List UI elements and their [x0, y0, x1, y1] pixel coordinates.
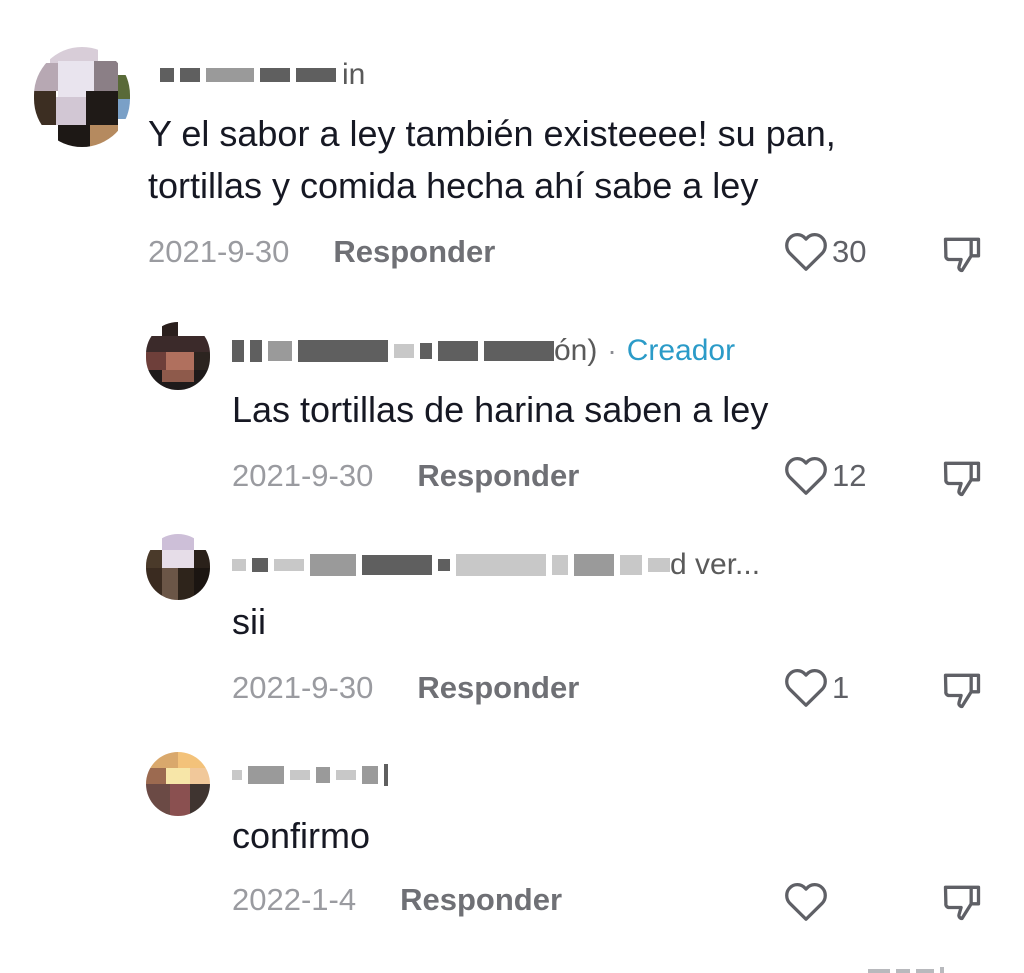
thumbs-down-outline-icon: [943, 673, 981, 709]
dislike-button[interactable]: [940, 456, 984, 500]
comment-text: Y el sabor a ley también existeeee! su p…: [148, 113, 836, 206]
avatar[interactable]: [146, 534, 210, 600]
like-button[interactable]: 1: [784, 666, 849, 710]
comment-meta: 2022-1-4 Responder: [232, 880, 562, 920]
redacted-username: [232, 340, 244, 362]
dislike-button[interactable]: [940, 880, 984, 924]
username-visible-part: d ver...: [670, 548, 761, 581]
avatar[interactable]: [146, 322, 210, 390]
comment-date: 2022-1-4: [232, 882, 357, 917]
username[interactable]: in: [160, 58, 365, 92]
heart-outline-icon: [785, 882, 827, 921]
like-button[interactable]: 12: [784, 454, 866, 498]
comment-date: 2021-9-30: [232, 670, 374, 705]
username-visible-part: ón): [554, 334, 598, 367]
dislike-button[interactable]: [940, 232, 984, 276]
like-button[interactable]: [784, 880, 832, 924]
username[interactable]: ón) · Creador: [232, 334, 735, 368]
comment-date: 2021-9-30: [232, 458, 374, 493]
reply-button[interactable]: Responder: [333, 234, 495, 270]
like-count: 12: [832, 458, 867, 493]
avatar[interactable]: [146, 752, 210, 816]
reply-button[interactable]: Responder: [417, 458, 579, 494]
comment-date: 2021-9-30: [148, 234, 290, 269]
like-button[interactable]: 30: [784, 230, 866, 274]
heart-outline-icon: [785, 456, 827, 495]
reply-button[interactable]: Responder: [417, 670, 579, 706]
avatar[interactable]: [34, 47, 130, 147]
thumbs-down-outline-icon: [943, 461, 981, 497]
heart-outline-icon: [785, 232, 827, 271]
comment-text: sii: [232, 601, 266, 642]
comment-meta: 2021-9-30 Responder: [148, 232, 495, 272]
like-count: 1: [832, 670, 850, 705]
reply-button[interactable]: Responder: [400, 882, 562, 918]
like-count: 30: [832, 234, 867, 269]
cut-off-text: [860, 960, 980, 973]
comment-meta: 2021-9-30 Responder: [232, 668, 579, 708]
redacted-username: [232, 559, 246, 571]
comment-text: confirmo: [232, 815, 371, 856]
dislike-button[interactable]: [940, 668, 984, 712]
separator-dot: ·: [607, 335, 617, 366]
thumbs-down-outline-icon: [943, 885, 981, 921]
creator-badge: Creador: [626, 334, 736, 367]
redacted-username: [160, 68, 174, 82]
thumbs-down-outline-icon: [943, 237, 981, 273]
username[interactable]: d ver...: [232, 548, 760, 582]
heart-outline-icon: [785, 668, 827, 707]
username-visible-part: in: [342, 58, 366, 91]
comment-meta: 2021-9-30 Responder: [232, 456, 579, 496]
username[interactable]: [232, 758, 394, 792]
comment-text: Las tortillas de harina saben a ley: [232, 389, 769, 430]
redacted-username: [232, 770, 242, 780]
